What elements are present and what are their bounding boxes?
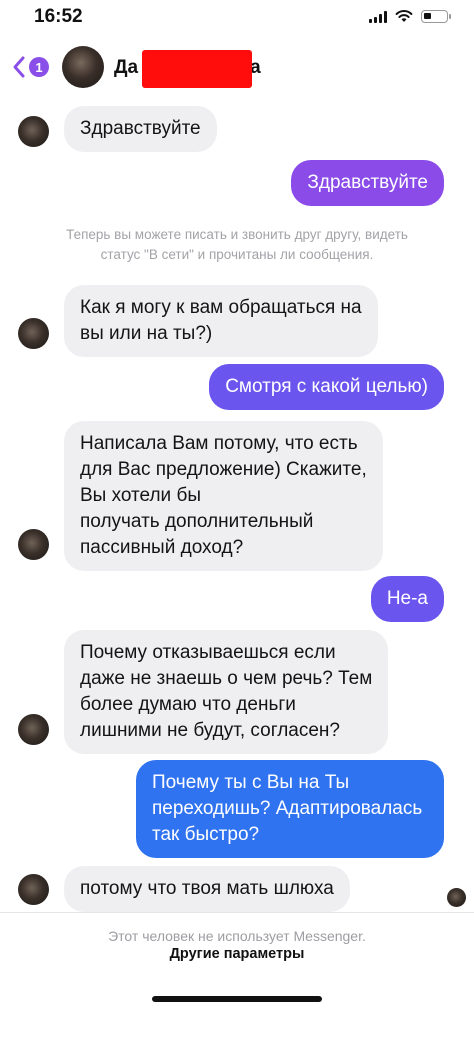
message-incoming[interactable]: потому что твоя мать шлюха	[64, 866, 350, 912]
chat-header: 1 Да а	[0, 36, 474, 100]
contact-avatar[interactable]	[62, 46, 104, 88]
messenger-notice: Этот человек не использует Messenger.	[108, 928, 366, 944]
message-incoming[interactable]: Как я могу к вам обращаться на вы или на…	[64, 285, 378, 357]
unread-badge: 1	[29, 57, 49, 77]
battery-icon	[421, 9, 451, 23]
read-receipt-avatar	[447, 888, 466, 907]
sender-avatar	[18, 318, 49, 349]
contact-name-prefix: Да	[114, 57, 139, 78]
sender-avatar	[18, 874, 49, 905]
other-options-link[interactable]: Другие параметры	[0, 946, 474, 962]
message-outgoing[interactable]: Почему ты с Вы на Ты переходишь? Адаптир…	[136, 760, 444, 858]
name-redaction	[142, 50, 252, 88]
wifi-icon	[395, 10, 413, 22]
back-button[interactable]: 1	[12, 55, 49, 79]
system-notice: Теперь вы можете писать и звонить друг д…	[66, 227, 408, 262]
sender-avatar	[18, 529, 49, 560]
status-time: 16:52	[34, 6, 83, 27]
signal-icon	[369, 10, 387, 23]
footer-divider	[0, 912, 474, 913]
message-outgoing[interactable]: Не-а	[370, 576, 444, 622]
home-indicator[interactable]	[152, 996, 322, 1002]
message-outgoing[interactable]: Здравствуйте	[291, 160, 444, 206]
status-bar: 16:52	[0, 0, 474, 36]
sender-avatar	[18, 116, 49, 147]
sender-avatar	[18, 714, 49, 745]
chevron-left-icon	[13, 56, 25, 78]
status-icons	[369, 9, 451, 23]
message-incoming[interactable]: Написала Вам потому, что есть для Вас пр…	[64, 421, 383, 571]
message-incoming[interactable]: Здравствуйте	[64, 106, 217, 152]
message-incoming[interactable]: Почему отказываешься если даже не знаешь…	[64, 630, 389, 754]
message-outgoing[interactable]: Смотря с какой целью)	[209, 364, 444, 410]
